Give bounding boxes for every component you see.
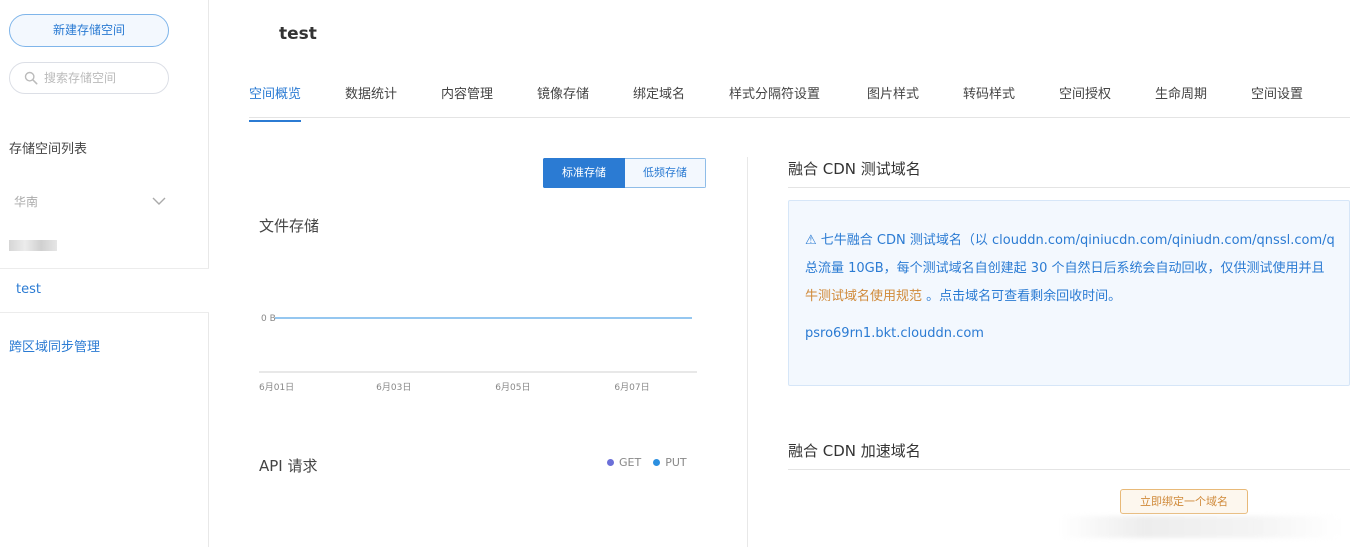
region-label: 华南: [14, 194, 39, 209]
sidebar: 新建存储空间 存储空间列表 华南 test 跨区域同步管理: [0, 0, 209, 547]
column-divider: [747, 157, 748, 547]
legend-put-label: PUT: [665, 456, 687, 469]
cdn-test-notice: ⚠ 七牛融合 CDN 测试域名（以 clouddn.com/qiniucdn.c…: [788, 200, 1350, 386]
legend-put-dot: [653, 459, 661, 466]
file-storage-title: 文件存储: [259, 217, 320, 235]
tab-bar: 空间概览 数据统计 内容管理 镜像存储 绑定域名 样式分隔符设置 图片样式 转码…: [249, 72, 1350, 122]
tab-style-separator[interactable]: 样式分隔符设置: [729, 83, 820, 120]
bucket-list-title: 存储空间列表: [9, 142, 88, 157]
tab-authorization[interactable]: 空间授权: [1059, 83, 1111, 120]
tab-image-style[interactable]: 图片样式: [867, 83, 919, 120]
notice-line-1: ⚠ 七牛融合 CDN 测试域名（以 clouddn.com/qiniucdn.c…: [805, 233, 1335, 248]
x-tick-label: 6月05日: [495, 382, 530, 393]
test-domain-policy-link[interactable]: 牛测试域名使用规范: [805, 289, 922, 304]
legend-get[interactable]: GET: [607, 456, 641, 469]
new-bucket-button[interactable]: 新建存储空间: [9, 14, 169, 47]
page-title: test: [279, 24, 317, 44]
cdn-accel-domain-heading: 融合 CDN 加速域名: [788, 440, 1350, 470]
api-legend: GET PUT: [607, 456, 687, 469]
legend-put[interactable]: PUT: [653, 456, 687, 469]
notice-line-2: 总流量 10GB，每个测试域名自创建起 30 个自然日后系统会自动回收，仅供测试…: [805, 261, 1325, 276]
tab-bind-domain[interactable]: 绑定域名: [633, 83, 685, 120]
blurred-region: [1060, 516, 1340, 538]
bucket-name-label: test: [16, 282, 41, 297]
file-storage-chart: 0 B 6月01日 6月03日 6月05日 6月07日: [259, 314, 697, 393]
region-selector[interactable]: 华南: [14, 192, 166, 210]
sidebar-item-selected-bucket[interactable]: test: [0, 268, 209, 313]
tab-content[interactable]: 内容管理: [441, 83, 493, 120]
low-freq-storage-option[interactable]: 低频存储: [625, 158, 706, 188]
search-bucket-input[interactable]: [44, 71, 164, 85]
x-tick-label: 6月03日: [376, 382, 411, 393]
notice-line-3: 牛测试域名使用规范 。点击域名可查看剩余回收时间。: [805, 283, 1349, 311]
test-domain-link[interactable]: psro69rn1.bkt.clouddn.com: [805, 326, 984, 341]
redacted-bucket-item[interactable]: [9, 240, 57, 251]
chevron-down-icon: [152, 197, 166, 205]
x-tick-label: 6月01日: [259, 382, 294, 393]
legend-get-label: GET: [619, 456, 642, 469]
bind-domain-button[interactable]: 立即绑定一个域名: [1120, 489, 1248, 514]
tab-settings[interactable]: 空间设置: [1251, 83, 1303, 120]
storage-type-toggle: 标准存储 低频存储: [543, 158, 706, 188]
tab-statistics[interactable]: 数据统计: [345, 83, 397, 120]
api-request-title: API 请求: [259, 457, 318, 475]
search-icon: [24, 71, 38, 85]
tab-lifecycle[interactable]: 生命周期: [1155, 83, 1207, 120]
tab-mirror[interactable]: 镜像存储: [537, 83, 589, 120]
notice-line-3-rest: 。点击域名可查看剩余回收时间。: [922, 289, 1122, 304]
legend-get-dot: [607, 459, 614, 466]
tab-overview[interactable]: 空间概览: [249, 83, 302, 122]
search-bucket-box[interactable]: [9, 62, 169, 94]
standard-storage-option[interactable]: 标准存储: [543, 158, 625, 188]
notice-text: ⚠ 七牛融合 CDN 测试域名（以 clouddn.com/qiniucdn.c…: [805, 227, 1349, 311]
x-tick-label: 6月07日: [614, 382, 649, 393]
cdn-test-domain-heading: 融合 CDN 测试域名: [788, 158, 1350, 188]
cross-region-sync-link[interactable]: 跨区域同步管理: [9, 336, 100, 355]
tab-transcode-style[interactable]: 转码样式: [963, 83, 1015, 120]
y-tick-label: 0 B: [261, 314, 276, 324]
